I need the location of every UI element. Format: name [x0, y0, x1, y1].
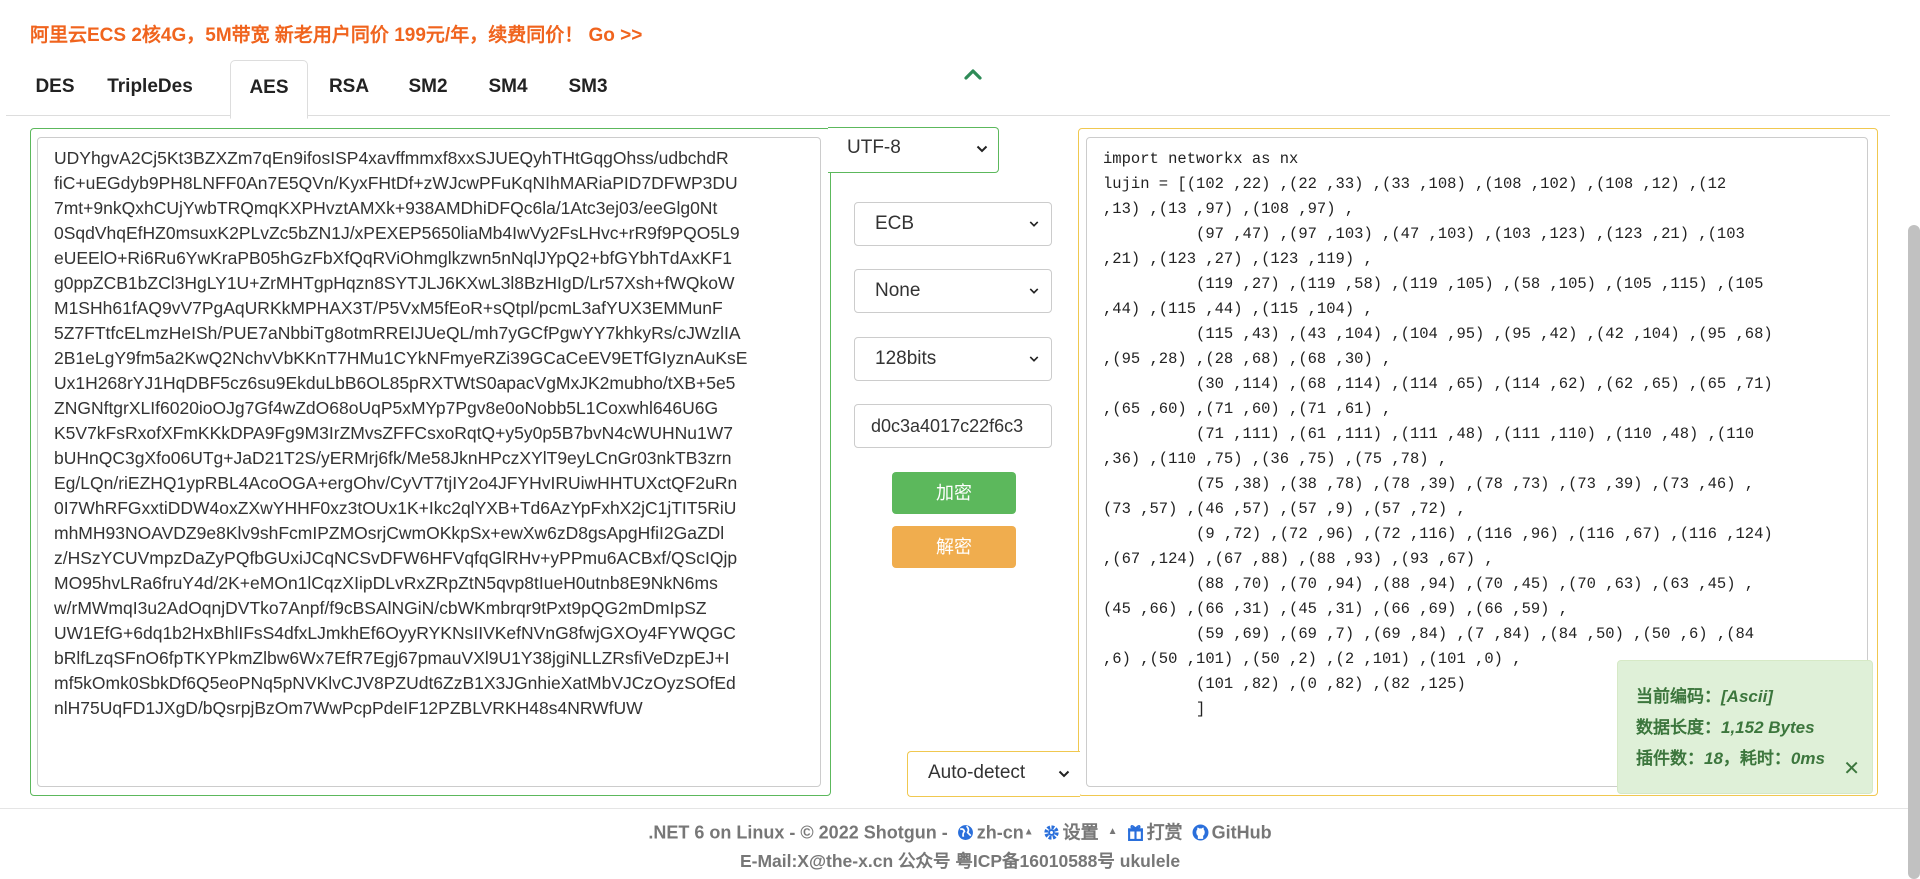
output-line: (71 ,111) ,(61 ,111) ,(111 ,48) ,(111 ,1…	[1103, 425, 1755, 443]
input-line: 7mt+9nkQxhCUjYwbTRQmqKXPHvztAMXk+938AMDh…	[54, 198, 718, 218]
input-line: 2B1eLgY9fm5a2KwQ2NchvVbKKnT7HMu1CYkNFmye…	[54, 348, 748, 368]
chevron-up-icon[interactable]	[963, 66, 983, 82]
input-encoding-select[interactable]: UTF-8	[828, 127, 999, 173]
input-textarea[interactable]: UDYhgvA2Cj5Kt3BZXZm7qEn9ifosISP4xavffmmx…	[37, 137, 821, 787]
input-line: M1SHh61fAQ9vV7PgAqURKkMPHAX3T/P5VxM5fEoR…	[54, 298, 723, 318]
output-line: (73 ,57) ,(46 ,57) ,(57 ,9) ,(57 ,72) ,	[1103, 500, 1466, 518]
output-detect-value: Auto-detect	[928, 762, 1026, 783]
lang-link[interactable]: zh-cn	[977, 822, 1024, 842]
settings-link[interactable]: 设置	[1063, 822, 1099, 842]
output-line: (30 ,114) ,(68 ,114) ,(114 ,65) ,(114 ,6…	[1103, 375, 1773, 393]
status-plugins: 插件数：18，耗时：0ms	[1636, 749, 1825, 768]
input-line: bUHnQC3gXfo06UTg+JaD21T2S/yERMrj6fk/Me58…	[54, 448, 732, 468]
gift-icon	[1127, 824, 1143, 841]
footer-contact: E-Mail:X@the-x.cn 公众号 粤ICP备16010588号 uku…	[739, 851, 1181, 871]
output-line: ,36) ,(110 ,75) ,(36 ,75) ,(75 ,78) ,	[1103, 450, 1448, 468]
output-line: ,(65 ,60) ,(71 ,60) ,(71 ,61) ,	[1103, 400, 1392, 418]
tab-aes[interactable]: AES	[230, 60, 308, 119]
tab-sm4[interactable]: SM4	[482, 60, 534, 116]
chevron-down-icon	[1029, 356, 1039, 362]
output-line: (75 ,38) ,(38 ,78) ,(78 ,39) ,(78 ,73) ,…	[1103, 475, 1755, 493]
mode-select[interactable]: ECB	[854, 202, 1052, 246]
key-input[interactable]: d0c3a4017c22f6c3	[854, 404, 1052, 448]
output-detect-select[interactable]: Auto-detect	[907, 751, 1080, 797]
mode-value: ECB	[875, 213, 915, 234]
tab-sm2[interactable]: SM2	[402, 60, 454, 116]
footer-platform: .NET 6 on Linux - © 2022 Shotgun -	[648, 822, 948, 843]
status-box: 当前编码：[Ascii] 数据长度：1,152 Bytes 插件数：18，耗时：…	[1617, 660, 1873, 794]
output-line: ,(95 ,28) ,(28 ,68) ,(68 ,30) ,	[1103, 350, 1392, 368]
github-link[interactable]: GitHub	[1212, 822, 1272, 842]
encrypt-button[interactable]: 加密	[892, 472, 1016, 514]
close-icon[interactable]: ✕	[1843, 756, 1860, 781]
input-line: eUEElO+Ri6Ru6YwKraPB05hGzFbXfQqRViOhmglk…	[54, 248, 732, 268]
keysize-select[interactable]: 128bits	[854, 337, 1052, 381]
padding-select[interactable]: None	[854, 269, 1052, 313]
input-line: z/HSzYCUVmpzDaZyPQfbGUxiJCqNCSvDFW6HFVqf…	[54, 548, 738, 568]
output-line: (59 ,69) ,(69 ,7) ,(69 ,84) ,(7 ,84) ,(8…	[1103, 625, 1755, 643]
input-line: 5Z7FTtfcELmzHeISh/PUE7aNbbiTg8otmRREIJUe…	[54, 323, 741, 343]
donate-link[interactable]: 打赏	[1147, 822, 1183, 842]
chevron-down-icon	[1029, 221, 1039, 227]
input-line: nlH75UqFD1JXgD/bQsrpjBzOm7WwPcpPdeIF12PZ…	[54, 698, 643, 718]
chevron-down-icon	[1058, 770, 1070, 778]
output-line: ,(67 ,124) ,(67 ,88) ,(88 ,93) ,(93 ,67)…	[1103, 550, 1494, 568]
caret-up-icon: ▲	[1107, 826, 1118, 838]
gear-icon	[1043, 825, 1059, 840]
input-line: 0I7WhRFGxxtiDDW4oxZXwYHHF0xz3tOUx1K+Ikc2…	[54, 498, 737, 518]
tab-des[interactable]: DES	[30, 60, 80, 116]
input-line: UDYhgvA2Cj5Kt3BZXZm7qEn9ifosISP4xavffmmx…	[54, 148, 729, 168]
padding-value: None	[875, 280, 921, 301]
output-line: (88 ,70) ,(70 ,94) ,(88 ,94) ,(70 ,45) ,…	[1103, 575, 1755, 593]
tab-rsa[interactable]: RSA	[324, 60, 374, 116]
tab-sm3[interactable]: SM3	[562, 60, 614, 116]
input-line: w/rMWmqI3u2AdOqnjDVTko7Anpf/f9cBSAlNGiN/…	[54, 598, 707, 618]
footer-links: .NET 6 on Linux - © 2022 Shotgun - zh-cn…	[0, 820, 1920, 843]
input-line: K5V7kFsRxofXFmKKkDPA9Fg9M3IrZMvsZFFCsxoR…	[54, 423, 733, 443]
status-encoding: 当前编码：[Ascii]	[1636, 687, 1773, 706]
output-line: (115 ,43) ,(43 ,104) ,(104 ,95) ,(95 ,42…	[1103, 325, 1773, 343]
chevron-down-icon	[976, 145, 988, 153]
input-line: UW1EfG+6dq1b2HxBhlIFsS4dfxLJmkhEf6OyyRYK…	[54, 623, 736, 643]
output-line: ,13) ,(13 ,97) ,(108 ,97) ,	[1103, 200, 1355, 218]
output-line: lujin = [(102 ,22) ,(22 ,33) ,(33 ,108) …	[1103, 175, 1727, 193]
page-scrollbar[interactable]	[1908, 225, 1920, 879]
output-line: import networkx as nx	[1103, 150, 1299, 168]
output-line: (9 ,72) ,(72 ,96) ,(72 ,116) ,(116 ,96) …	[1103, 525, 1773, 543]
input-line: Ux1H268rYJ1HqDBF5cz6su9EkduLbB6OL85pRXTW…	[54, 373, 736, 393]
keysize-value: 128bits	[875, 348, 937, 369]
input-line: mf5kOmk0SbkDf6Q5eoPNq5pNVKlvCJV8PZUdt6Zz…	[54, 673, 736, 693]
tab-tripledes[interactable]: TripleDes	[98, 60, 202, 116]
github-icon	[1192, 824, 1209, 841]
output-line: ,44) ,(115 ,44) ,(115 ,104) ,	[1103, 300, 1373, 318]
footer-divider	[0, 808, 1920, 809]
output-line: (97 ,47) ,(97 ,103) ,(47 ,103) ,(103 ,12…	[1103, 225, 1745, 243]
input-line: bRlfLzqSFnO6fpTKYPkmZlbw6Wx7EfR7Egj67pma…	[54, 648, 730, 668]
caret-up-icon: ▲	[1023, 826, 1034, 838]
input-line: fiC+uEGdyb9PH8LNFF0An7E5QVn/KyxFHtDf+zWJ…	[54, 173, 738, 193]
status-length: 数据长度：1,152 Bytes	[1636, 718, 1815, 737]
input-line: Eg/LQn/riEZHQ1ypRBL4AcoOGA+ergOhv/CyVT7t…	[54, 473, 738, 493]
output-line: (119 ,27) ,(119 ,58) ,(119 ,105) ,(58 ,1…	[1103, 275, 1764, 293]
promo-link[interactable]: 阿里云ECS 2核4G，5M带宽 新老用户同价 199元/年，续费同价！ Go …	[30, 20, 642, 47]
chevron-down-icon	[1029, 288, 1039, 294]
input-line: mhMH93NOAVDZ9e8Klv9shFcmIPZMOsrjCwmOKkpS…	[54, 523, 725, 543]
decrypt-button[interactable]: 解密	[892, 526, 1016, 568]
input-line: 0SqdVhqEfHZ0msuxK2PLvZc5bZN1J/xPEXEP5650…	[54, 223, 740, 243]
input-encoding-value: UTF-8	[847, 137, 901, 158]
output-line: (45 ,66) ,(66 ,31) ,(45 ,31) ,(66 ,69) ,…	[1103, 600, 1569, 618]
algorithm-tabs: DES TripleDes AES RSA SM2 SM4 SM3	[30, 60, 1890, 119]
input-line: g0ppZCB1bZCl3HgLY1U+ZrMHTgpHqzn8SYTJLJ6K…	[54, 273, 735, 293]
input-line: MO95hvLRa6fruY4d/2K+eMOn1lCqzXIipDLvRxZR…	[54, 573, 718, 593]
output-line: ,21) ,(123 ,27) ,(123 ,119) ,	[1103, 250, 1373, 268]
globe-icon	[957, 824, 973, 840]
input-line: ZNGNftgrXLIf6020ioOJg7Gf4wZdO68oUqP5xMYp…	[54, 398, 719, 418]
